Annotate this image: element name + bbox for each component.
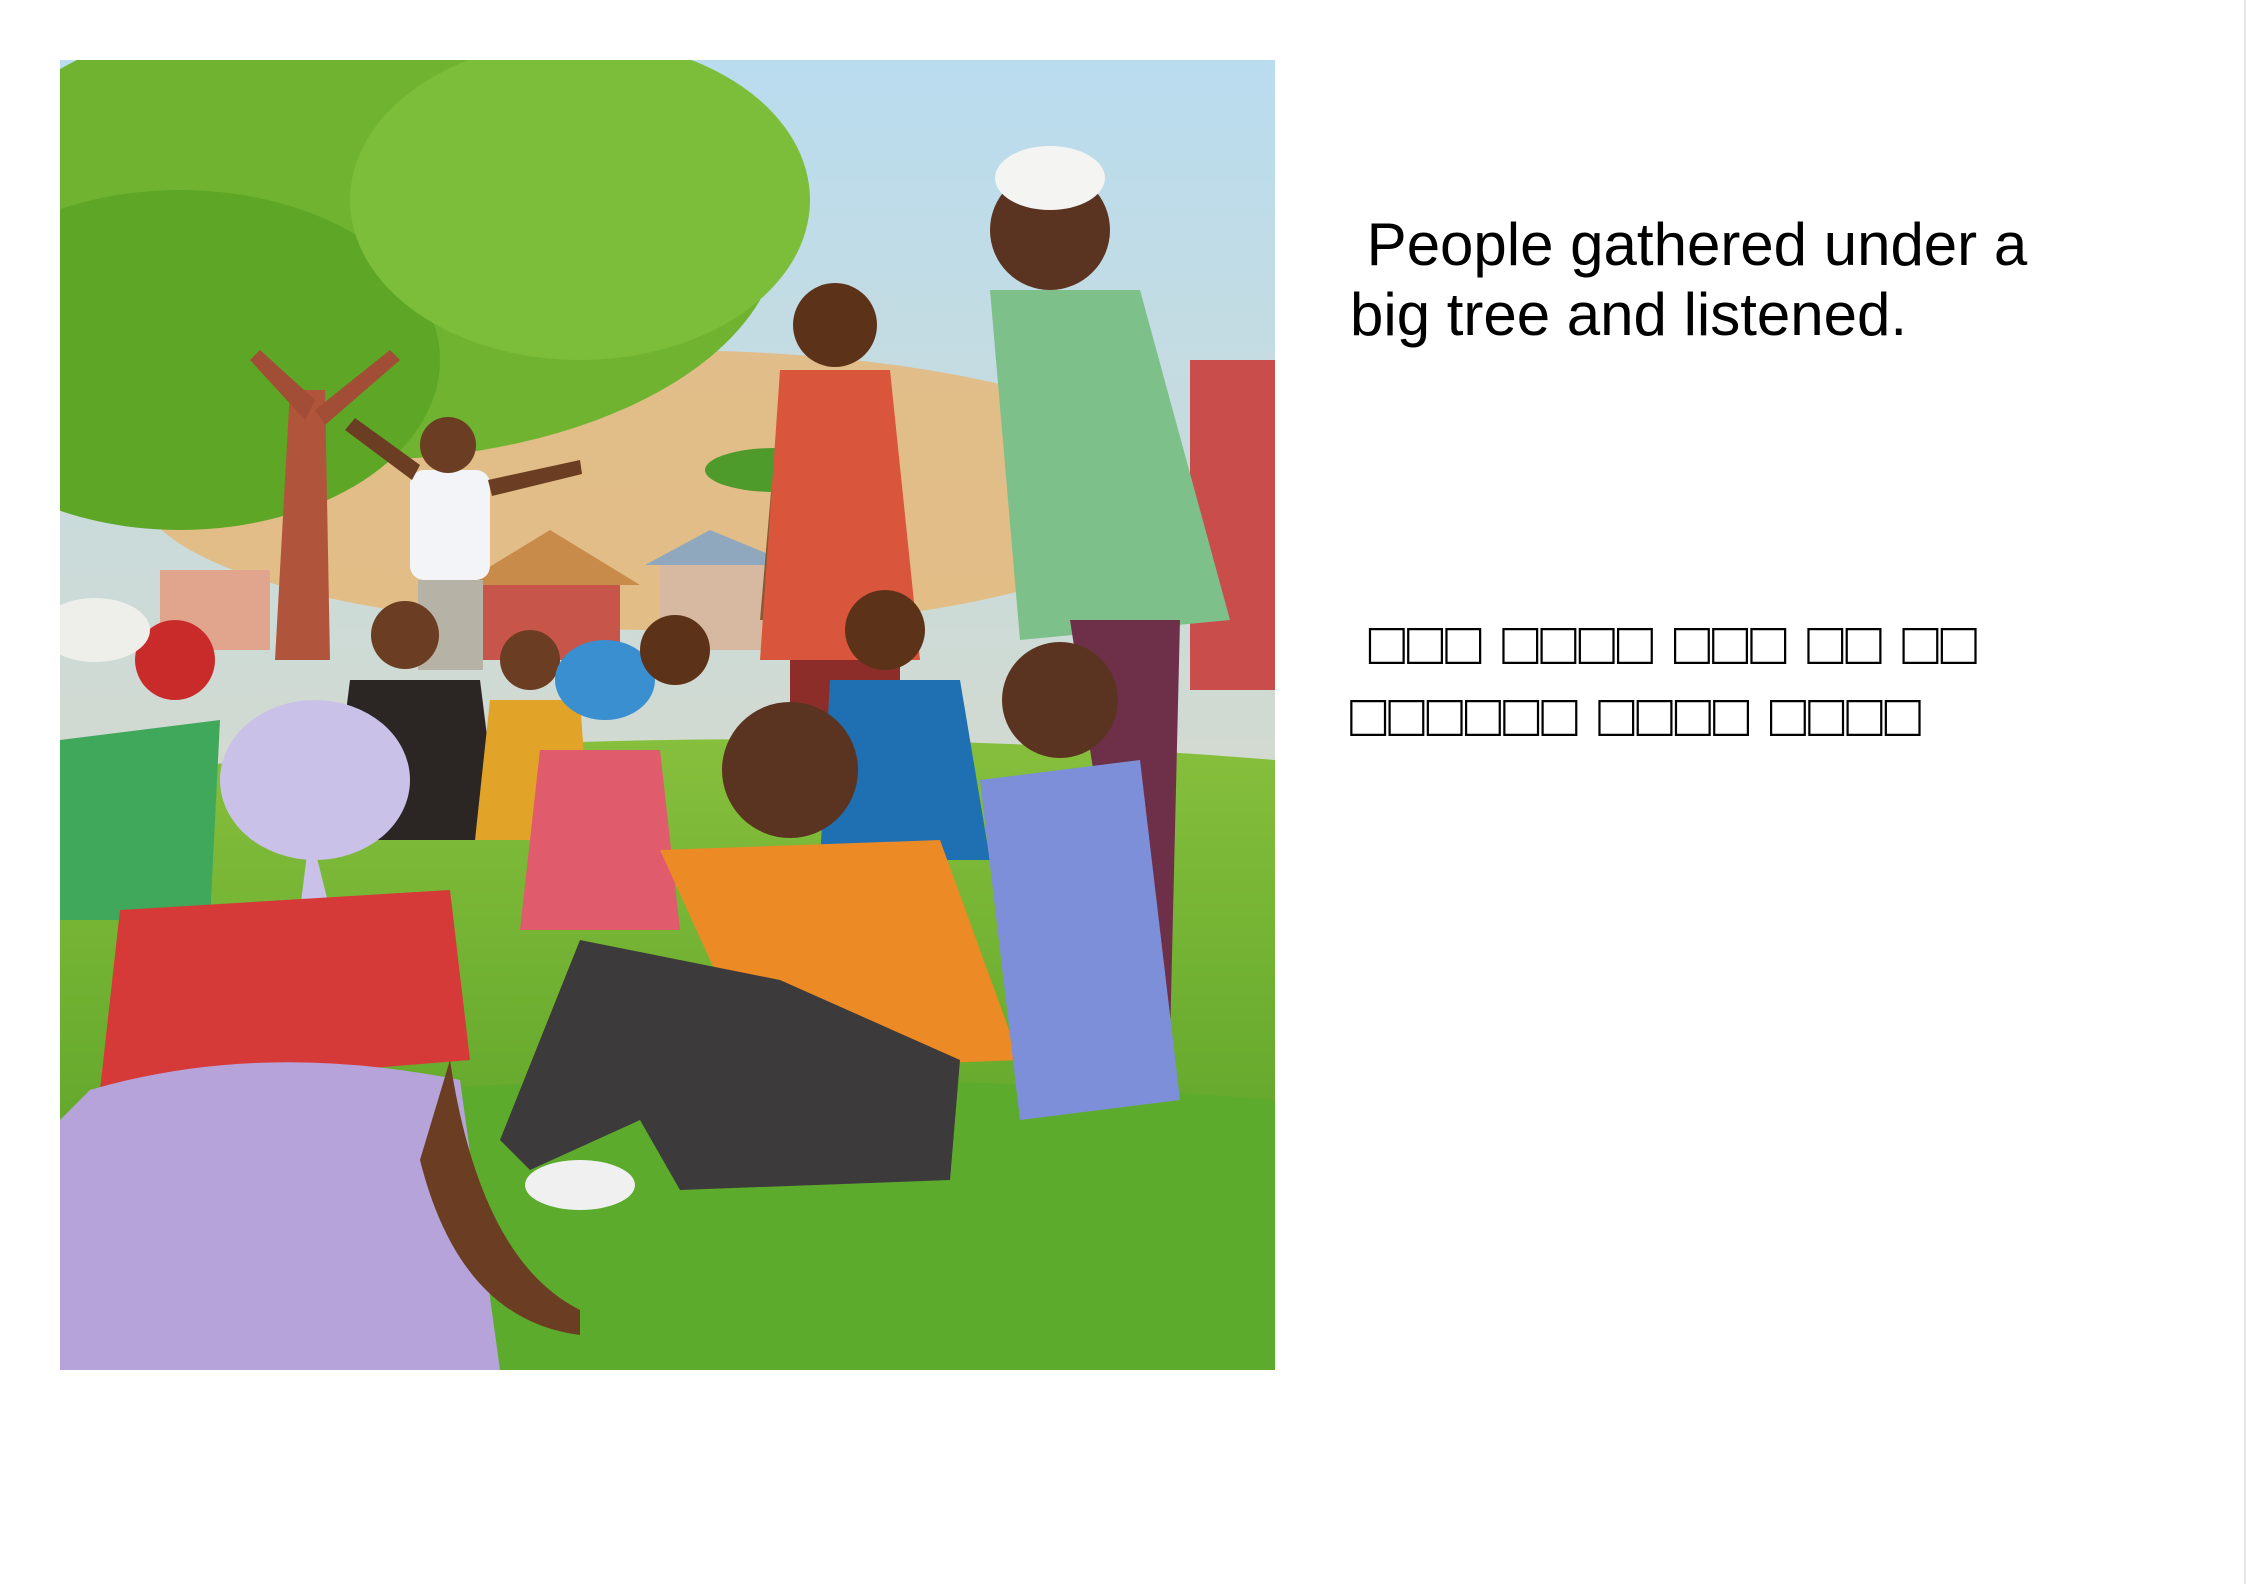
- caption-english: People gathered under a big tree and lis…: [1350, 211, 2028, 348]
- caption-second-language: □□□ □□□□ □□□ □□ □□ □□□□□□ □□□□ □□□□: [1350, 610, 1979, 749]
- story-illustration: [60, 60, 1275, 1370]
